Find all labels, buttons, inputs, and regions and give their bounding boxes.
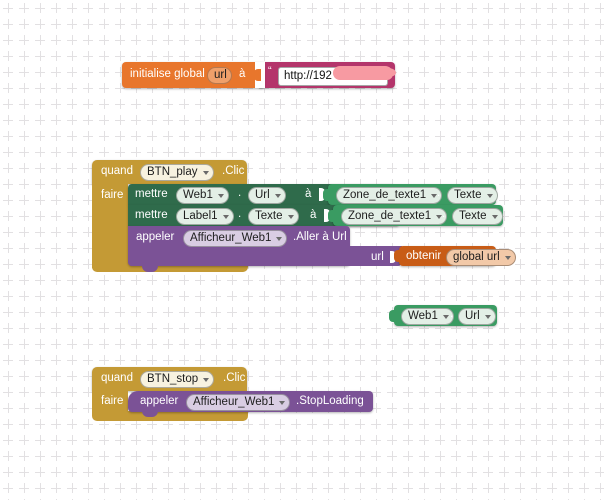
set-web1-url-block[interactable]: mettre Web1 . Url à Zone_de_texte1 . Tex… [128, 184, 498, 205]
global-variable-name: url [214, 69, 227, 81]
getter-component-name: Zone_de_texte1 [343, 189, 427, 201]
getter-dot: . [442, 208, 446, 220]
set-label: mettre [135, 188, 168, 200]
init-to-label: à [239, 68, 246, 80]
chevron-down-icon[interactable] [504, 255, 511, 260]
init-global-shell[interactable]: initialise global url à [122, 62, 265, 88]
method-call-arg-row[interactable] [128, 246, 402, 266]
get-label: obtenir [406, 250, 442, 262]
method-component-name: Afficheur_Web1 [190, 232, 272, 244]
event-component-name: BTN_play [147, 166, 198, 178]
setter-component-name: Web1 [183, 189, 213, 201]
argument-url-label: url [371, 251, 384, 263]
getter-component-field[interactable]: Zone_de_texte1 [336, 187, 443, 204]
call-label: appeler [136, 231, 175, 243]
web1-url-getter-block[interactable]: Web1 . Url [389, 305, 497, 326]
setter-dot: . [238, 208, 242, 220]
method-component-name: Afficheur_Web1 [193, 396, 275, 408]
getter-property-field[interactable]: Texte [452, 208, 503, 225]
setter-component-field[interactable]: Web1 [176, 187, 229, 204]
redaction-overlay-tail [380, 68, 396, 77]
value-socket-plug [254, 69, 261, 81]
when-label: quand [101, 165, 133, 177]
global-variable-name-field[interactable]: url [207, 67, 232, 84]
chevron-down-icon[interactable] [491, 214, 498, 219]
set-label1-texte-block[interactable]: mettre Label1 . Texte à Zone_de_texte1 . [128, 205, 503, 226]
setter-property-field[interactable]: Texte [248, 208, 299, 225]
getter-property-field[interactable]: Url [458, 308, 496, 325]
setter-to-label: à [310, 209, 317, 221]
setter-component-name: Label1 [183, 210, 218, 222]
method-component-field[interactable]: Afficheur_Web1 [186, 394, 291, 411]
getter-property-name: Texte [454, 189, 482, 201]
getter-zone-de-texte1-texte-block[interactable]: Zone_de_texte1 . Texte [328, 205, 503, 226]
chevron-down-icon[interactable] [287, 214, 294, 219]
call-afficheur-web1-aller-a-url-block[interactable]: appeler Afficheur_Web1 .Aller à Url url … [128, 226, 516, 272]
initialise-global-url-block[interactable]: “ http://192 initialise global url à [122, 62, 396, 88]
global-variable-field[interactable]: global url [446, 249, 516, 266]
event-name-label: .Clic [222, 165, 245, 177]
event-component-field[interactable]: BTN_play [140, 164, 214, 181]
chevron-down-icon[interactable] [486, 193, 493, 198]
getter-component-name: Web1 [408, 310, 438, 322]
chevron-down-icon[interactable] [484, 314, 491, 319]
global-variable-name: global url [453, 251, 500, 263]
when-label: quand [101, 372, 133, 384]
setter-property-name: Url [255, 189, 270, 201]
event-name-label: .Clic [223, 372, 246, 384]
method-name-label: .StopLoading [296, 395, 364, 407]
chevron-down-icon[interactable] [274, 193, 281, 198]
chevron-down-icon[interactable] [217, 193, 224, 198]
do-label: faire [101, 189, 124, 201]
do-label: faire [101, 395, 124, 407]
chevron-down-icon[interactable] [222, 214, 229, 219]
event-component-name: BTN_stop [147, 373, 199, 385]
getter-dot: . [450, 308, 454, 320]
initialise-global-label: initialise global [130, 68, 205, 80]
getter-component-field[interactable]: Web1 [401, 308, 454, 325]
open-quote-glyph: “ [268, 65, 272, 77]
blocks-workspace[interactable]: “ http://192 initialise global url à qua… [0, 0, 604, 500]
setter-dot: . [238, 187, 242, 199]
call-label: appeler [140, 395, 179, 407]
method-name-label: .Aller à Url [293, 231, 347, 243]
setter-property-field[interactable]: Url [248, 187, 286, 204]
event-component-field[interactable]: BTN_stop [140, 371, 215, 388]
chevron-down-icon[interactable] [442, 314, 449, 319]
call-afficheur-web1-stoploading-block[interactable]: appeler Afficheur_Web1 .StopLoading [128, 391, 373, 417]
getter-zone-de-texte1-texte-block[interactable]: Zone_de_texte1 . Texte [323, 184, 498, 205]
chevron-down-icon[interactable] [202, 170, 209, 175]
getter-component-field[interactable]: Zone_de_texte1 [341, 208, 448, 225]
set-label: mettre [135, 209, 168, 221]
when-btn-stop-click-block[interactable]: quand BTN_stop .Clic faire appeler Affic… [92, 367, 382, 421]
text-string-block[interactable]: “ http://192 [253, 62, 396, 88]
setter-property-name: Texte [255, 210, 283, 222]
getter-component-name: Zone_de_texte1 [348, 210, 432, 222]
getter-property-field[interactable]: Texte [447, 187, 498, 204]
when-btn-play-click-block[interactable]: quand BTN_play .Clic faire mettre Web1 .… [92, 160, 516, 275]
setter-to-label: à [305, 188, 312, 200]
setter-component-field[interactable]: Label1 [176, 208, 234, 225]
getter-property-name: Texte [459, 210, 487, 222]
chevron-down-icon[interactable] [279, 400, 286, 405]
getter-property-name: Url [465, 310, 480, 322]
chevron-down-icon[interactable] [203, 377, 210, 382]
obtenir-global-url-block[interactable]: obtenir global url [394, 246, 516, 266]
method-component-field[interactable]: Afficheur_Web1 [183, 230, 288, 247]
chevron-down-icon[interactable] [276, 236, 283, 241]
getter-dot: . [437, 187, 441, 199]
